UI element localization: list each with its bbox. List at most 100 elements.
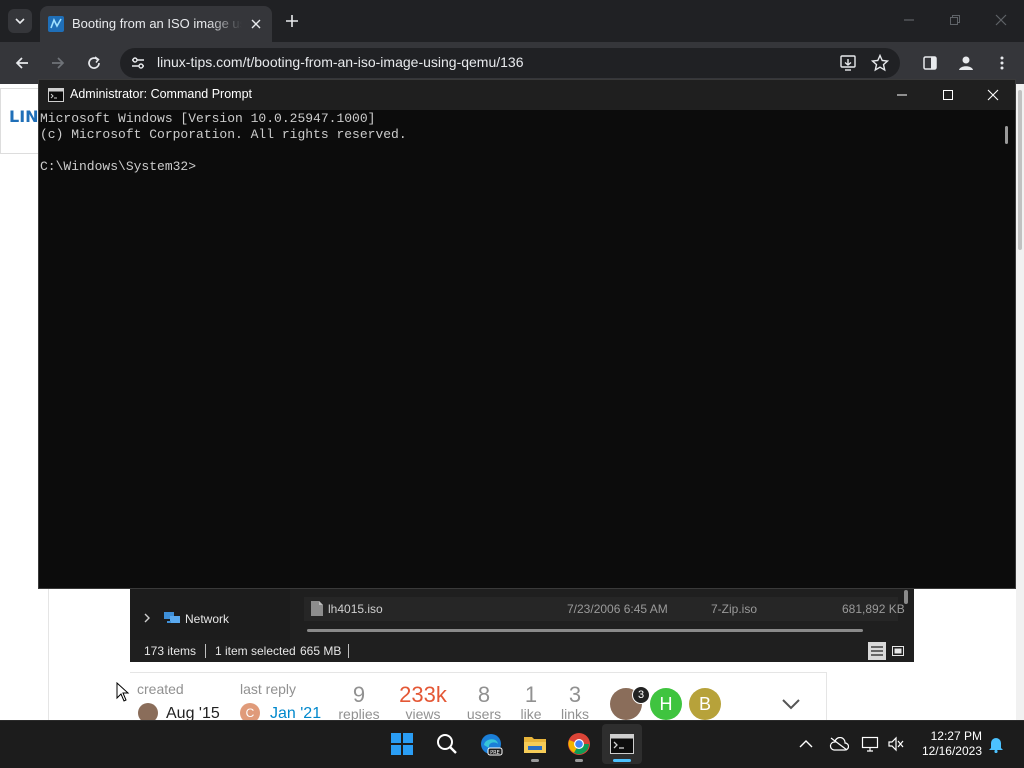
cmd-scrollbar-thumb[interactable] (1005, 126, 1008, 144)
edge-preview-button[interactable]: PRE (471, 724, 511, 764)
back-button[interactable] (10, 51, 34, 75)
network-icon (164, 612, 180, 623)
iso-file-icon (311, 601, 323, 616)
file-name: lh4015.iso (328, 602, 383, 616)
status-size: 665 MB (300, 644, 342, 658)
show-hidden-icons-button[interactable] (796, 734, 816, 754)
explorer-horizontal-scrollbar[interactable] (307, 629, 863, 632)
console-output[interactable]: Microsoft Windows [Version 10.0.25947.10… (40, 111, 1000, 587)
running-indicator (575, 759, 583, 762)
cmd-minimize-button[interactable] (879, 80, 925, 110)
status-item-count: 173 items (144, 644, 197, 658)
file-type: 7-Zip.iso (711, 602, 758, 616)
active-indicator (613, 759, 631, 762)
site-logo[interactable]: LIN (0, 88, 42, 154)
cloud-offline-icon (829, 737, 849, 751)
chevron-right-icon[interactable] (141, 612, 153, 624)
browser-menu-button[interactable] (990, 51, 1014, 75)
profile-icon (959, 56, 973, 70)
console-line: Microsoft Windows [Version 10.0.25947.10… (40, 111, 376, 126)
forward-button[interactable] (46, 51, 70, 75)
edge-browser-icon: PRE (481, 734, 503, 756)
profile-button[interactable] (954, 51, 978, 75)
site-settings-icon (132, 57, 144, 69)
browser-close-button[interactable] (989, 8, 1013, 32)
cmd-title: Administrator: Command Prompt (70, 87, 253, 101)
chrome-browser-icon (568, 733, 590, 755)
search-button[interactable] (427, 724, 467, 764)
arrow-left-icon (15, 57, 28, 69)
search-icon (437, 734, 457, 754)
console-line: (c) Microsoft Corporation. All rights re… (40, 127, 407, 142)
chevron-down-icon (15, 18, 25, 25)
stat-views-value: 233k (399, 682, 447, 707)
console-icon (610, 734, 634, 754)
browser-minimize-button[interactable] (897, 8, 921, 32)
terminal-button[interactable] (602, 724, 642, 764)
clock-time: 12:27 PM (930, 729, 982, 743)
page-scrollbar-thumb[interactable] (1018, 90, 1022, 250)
tab-search-button[interactable] (8, 9, 32, 33)
url-text: linux-tips.com/t/booting-from-an-iso-ima… (157, 54, 524, 70)
mouse-cursor-icon (116, 682, 130, 702)
participant-avatar[interactable]: H (650, 688, 682, 720)
plus-icon (286, 15, 298, 27)
taskbar-clock[interactable]: 12:27 PM 12/16/2023 (910, 729, 982, 759)
tiles-view-button[interactable] (889, 642, 907, 660)
tiles-view-icon (892, 646, 904, 656)
url-host: linux-tips.com (157, 54, 243, 70)
tab-close-button[interactable] (248, 16, 264, 32)
side-panel-button[interactable] (918, 51, 942, 75)
details-view-icon (871, 646, 883, 656)
explorer-vertical-scrollbar[interactable] (904, 590, 908, 604)
cmd-close-button[interactable] (970, 80, 1016, 110)
chevron-down-icon (782, 699, 800, 710)
details-view-button[interactable] (868, 642, 886, 660)
bookmark-star-icon[interactable] (871, 54, 889, 72)
nav-item-network[interactable]: Network (185, 612, 229, 626)
minimize-icon (904, 19, 914, 21)
reload-button[interactable] (82, 51, 106, 75)
created-label: created (137, 681, 184, 697)
clock-date: 12/16/2023 (921, 744, 982, 758)
onedrive-button[interactable] (829, 734, 849, 754)
console-prompt: C:\Windows\System32> (40, 159, 197, 174)
volume-button[interactable] (886, 734, 906, 754)
status-selected: 1 item selected (215, 644, 296, 658)
url-path: /t/booting-from-an-iso-image-using-qemu/… (242, 54, 524, 70)
browser-tab[interactable]: Booting from an ISO image using QEMU (40, 6, 272, 42)
command-prompt-window: Administrator: Command Prompt Microsoft … (38, 79, 1016, 589)
folder-icon (524, 737, 546, 753)
stat-links-value: 3 (568, 682, 582, 707)
last-reply-label: last reply (240, 681, 297, 697)
close-icon (995, 14, 1007, 26)
volume-muted-icon (888, 736, 904, 752)
start-button[interactable] (382, 724, 422, 764)
cmd-maximize-button[interactable] (925, 80, 971, 110)
network-status-button[interactable] (860, 734, 880, 754)
site-favicon-icon (48, 16, 64, 32)
install-app-icon[interactable] (839, 54, 857, 72)
maximize-icon (943, 90, 953, 100)
browser-restore-button[interactable] (943, 8, 967, 32)
notifications-button[interactable] (986, 734, 1006, 754)
status-separator (205, 644, 206, 658)
file-size: 681,892 KB (842, 602, 905, 616)
console-icon (48, 88, 64, 102)
svg-text:PRE: PRE (490, 750, 500, 756)
cmd-title-bar[interactable]: Administrator: Command Prompt (39, 80, 1015, 110)
file-explorer-button[interactable] (515, 724, 555, 764)
chrome-button[interactable] (559, 724, 599, 764)
close-icon (251, 19, 261, 29)
expand-topic-map-button[interactable] (778, 694, 804, 714)
reload-icon (88, 56, 100, 69)
running-indicator (531, 759, 539, 762)
side-panel-icon (923, 56, 937, 70)
participant-avatar[interactable]: B (689, 688, 721, 720)
kebab-menu-icon (1000, 56, 1004, 70)
file-date: 7/23/2006 6:45 AM (567, 602, 668, 616)
restore-icon (950, 15, 960, 25)
chevron-up-icon (799, 740, 813, 748)
new-tab-button[interactable] (282, 11, 302, 31)
